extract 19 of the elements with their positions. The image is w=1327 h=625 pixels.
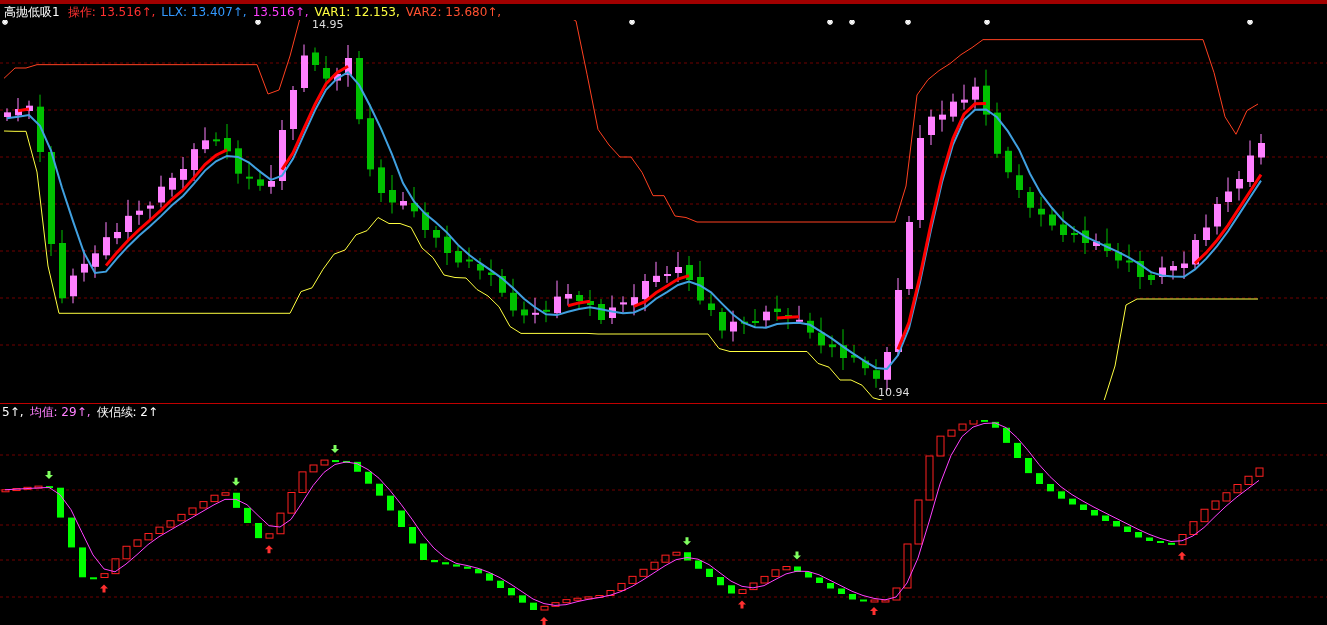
asterisk-icon <box>983 20 991 26</box>
legend-value: 均值: 29↑, <box>29 403 91 421</box>
asterisk-icon <box>904 20 912 26</box>
asterisk-icon <box>628 20 636 26</box>
legend-value: 侠侣续: 2↑ <box>96 403 159 421</box>
low-price-label: 10.94 <box>878 386 910 399</box>
legend-value: LLX: 13.407↑, <box>161 5 247 19</box>
high-price-label: 14.95 <box>312 20 344 31</box>
asterisk-icon <box>826 20 834 26</box>
legend-value: VAR2: 13.680↑, <box>405 5 502 19</box>
legend-value: 5↑, <box>2 405 24 419</box>
asterisk-icon <box>1 20 9 26</box>
indicator-title: 高抛低吸1 <box>4 3 60 21</box>
legend-value: VAR1: 12.153, <box>314 5 400 19</box>
legend-value: 操作: 13.516↑, <box>67 3 156 21</box>
asterisk-icon <box>1246 20 1254 26</box>
asterisk-icon <box>254 20 262 26</box>
asterisk-icon <box>848 20 856 26</box>
legend-value: 13.516↑, <box>252 5 309 19</box>
